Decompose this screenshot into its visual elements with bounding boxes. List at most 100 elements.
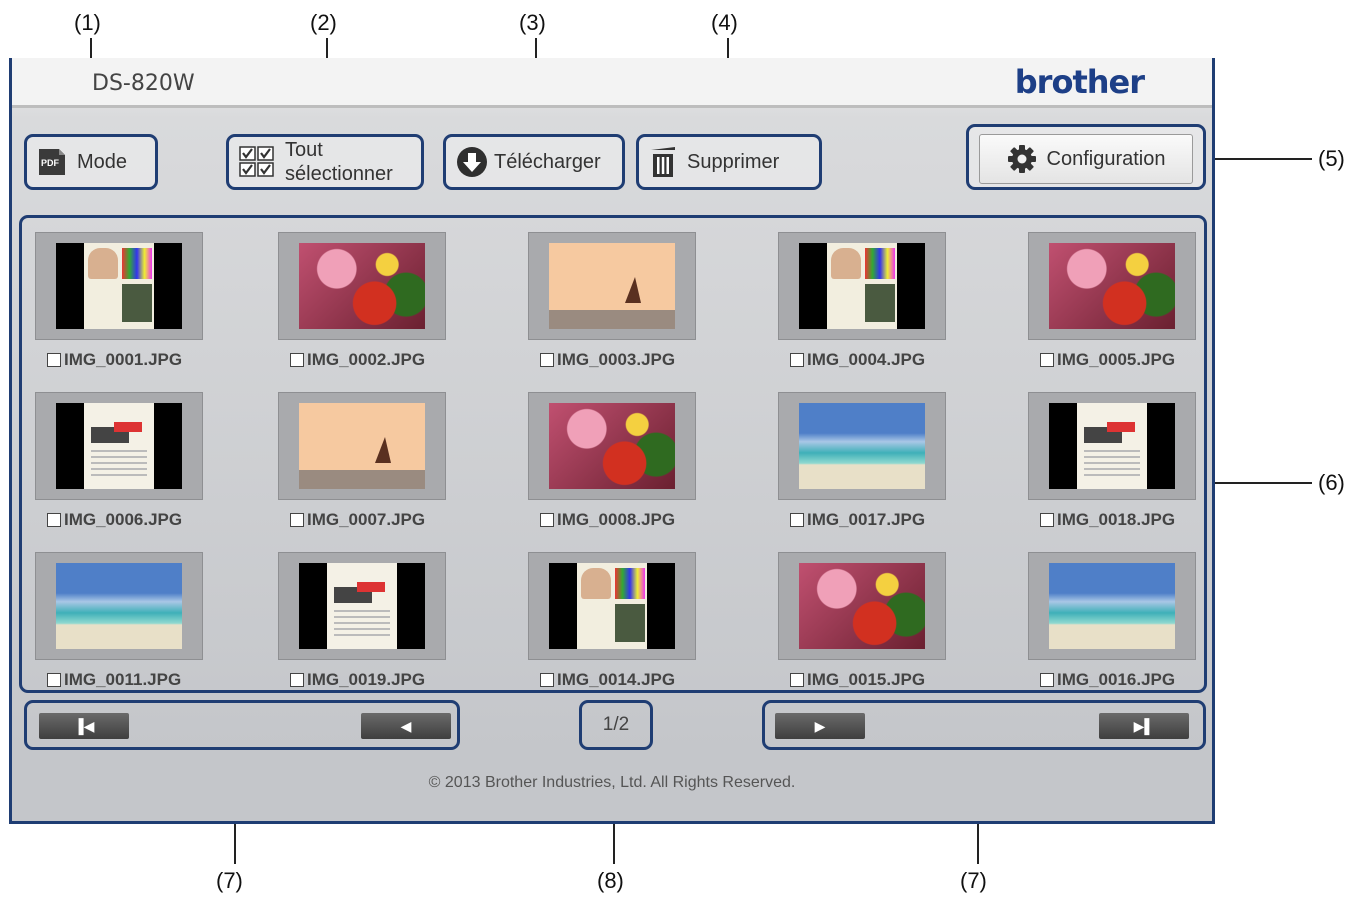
- next-page-icon: ▶: [814, 717, 826, 734]
- file-label: IMG_0003.JPG: [540, 350, 675, 370]
- callout-1: (1): [74, 10, 101, 35]
- thumbnail-image[interactable]: [778, 392, 946, 500]
- file-name: IMG_0019.JPG: [307, 670, 426, 689]
- first-page-button[interactable]: ▐◀: [39, 713, 129, 739]
- file-checkbox[interactable]: [290, 353, 304, 367]
- thumbnail-picture-food: [799, 563, 925, 649]
- file-name: IMG_0004.JPG: [807, 350, 926, 369]
- select-all-label-line1: Tout: [285, 139, 323, 161]
- file-checkbox[interactable]: [790, 513, 804, 527]
- thumbnail-image[interactable]: [528, 552, 696, 660]
- mode-button[interactable]: PDF Mode: [24, 134, 158, 190]
- thumbnail-picture-document-printer: [1049, 403, 1175, 489]
- callout-7-right: (7): [960, 868, 987, 893]
- callout-2: (2): [310, 10, 337, 35]
- file-checkbox[interactable]: [47, 673, 61, 687]
- thumbnail-item[interactable]: IMG_0008.JPG: [528, 392, 698, 529]
- next-page-button[interactable]: ▶: [775, 713, 865, 739]
- thumbnail-item[interactable]: IMG_0003.JPG: [528, 232, 698, 369]
- thumbnail-item[interactable]: IMG_0006.JPG: [35, 392, 205, 529]
- thumbnail-image[interactable]: [35, 392, 203, 500]
- trash-icon: [649, 146, 677, 178]
- thumbnail-item[interactable]: IMG_0018.JPG: [1028, 392, 1198, 529]
- callout-8: (8): [597, 868, 624, 893]
- file-name: IMG_0005.JPG: [1057, 350, 1176, 369]
- thumbnail-image[interactable]: [1028, 392, 1196, 500]
- file-name: IMG_0014.JPG: [557, 670, 676, 689]
- pdf-icon: PDF: [37, 147, 67, 177]
- thumbnail-image[interactable]: [1028, 552, 1196, 660]
- thumbnail-picture-food: [299, 243, 425, 329]
- thumbnail-item[interactable]: IMG_0015.JPG: [778, 552, 948, 689]
- file-checkbox[interactable]: [47, 513, 61, 527]
- thumbnail-item[interactable]: IMG_0005.JPG: [1028, 232, 1198, 369]
- thumbnail-item[interactable]: IMG_0001.JPG: [35, 232, 205, 369]
- thumbnail-item[interactable]: IMG_0011.JPG: [35, 552, 205, 689]
- file-label: IMG_0014.JPG: [540, 670, 675, 690]
- file-label: IMG_0008.JPG: [540, 510, 675, 530]
- page-indicator-box: 1/2: [579, 700, 653, 750]
- configuration-label: Configuration: [1046, 147, 1166, 170]
- file-checkbox[interactable]: [1040, 353, 1054, 367]
- thumbnail-image[interactable]: [778, 552, 946, 660]
- thumbnail-item[interactable]: IMG_0019.JPG: [278, 552, 448, 689]
- file-label: IMG_0016.JPG: [1040, 670, 1175, 690]
- file-label: IMG_0011.JPG: [47, 670, 181, 690]
- file-label: IMG_0002.JPG: [290, 350, 425, 370]
- download-button[interactable]: Télécharger: [443, 134, 625, 190]
- file-checkbox[interactable]: [540, 513, 554, 527]
- leader-5: [1202, 158, 1312, 160]
- thumbnail-image[interactable]: [278, 552, 446, 660]
- thumbnail-item[interactable]: IMG_0002.JPG: [278, 232, 448, 369]
- select-all-button[interactable]: Tout sélectionner: [226, 134, 424, 190]
- thumbnail-image[interactable]: [528, 392, 696, 500]
- file-label: IMG_0007.JPG: [290, 510, 425, 530]
- thumbnail-image[interactable]: [278, 232, 446, 340]
- file-label: IMG_0004.JPG: [790, 350, 925, 370]
- file-name: IMG_0008.JPG: [557, 510, 676, 529]
- thumbnail-picture-sailboat: [299, 403, 425, 489]
- file-checkbox[interactable]: [790, 673, 804, 687]
- callout-6: (6): [1318, 470, 1345, 495]
- file-name: IMG_0001.JPG: [64, 350, 183, 369]
- thumbnail-item[interactable]: IMG_0017.JPG: [778, 392, 948, 529]
- first-page-icon: ▐◀: [73, 717, 95, 734]
- file-name: IMG_0016.JPG: [1057, 670, 1176, 689]
- configuration-button[interactable]: Configuration: [979, 134, 1193, 184]
- file-name: IMG_0007.JPG: [307, 510, 426, 529]
- thumbnail-item[interactable]: IMG_0014.JPG: [528, 552, 698, 689]
- file-label: IMG_0005.JPG: [1040, 350, 1175, 370]
- callout-3: (3): [519, 10, 546, 35]
- file-name: IMG_0002.JPG: [307, 350, 426, 369]
- file-checkbox[interactable]: [47, 353, 61, 367]
- page-indicator: 1/2: [602, 714, 630, 735]
- download-label: Télécharger: [494, 150, 601, 173]
- thumbnail-image[interactable]: [528, 232, 696, 340]
- checkbox-grid-icon: [239, 146, 275, 178]
- delete-button[interactable]: Supprimer: [636, 134, 822, 190]
- thumbnail-item[interactable]: IMG_0016.JPG: [1028, 552, 1198, 689]
- file-checkbox[interactable]: [290, 673, 304, 687]
- file-checkbox[interactable]: [290, 513, 304, 527]
- file-checkbox[interactable]: [1040, 513, 1054, 527]
- file-label: IMG_0006.JPG: [47, 510, 182, 530]
- thumbnail-image[interactable]: [35, 552, 203, 660]
- thumbnail-item[interactable]: IMG_0007.JPG: [278, 392, 448, 529]
- thumbnail-image[interactable]: [1028, 232, 1196, 340]
- file-label: IMG_0015.JPG: [790, 670, 925, 690]
- file-label: IMG_0017.JPG: [790, 510, 925, 530]
- model-name: DS-820W: [92, 71, 195, 96]
- file-name: IMG_0015.JPG: [807, 670, 926, 689]
- thumbnail-image[interactable]: [35, 232, 203, 340]
- thumbnail-image[interactable]: [778, 232, 946, 340]
- file-checkbox[interactable]: [540, 673, 554, 687]
- file-checkbox[interactable]: [1040, 673, 1054, 687]
- file-checkbox[interactable]: [540, 353, 554, 367]
- file-checkbox[interactable]: [790, 353, 804, 367]
- select-all-label-line2: sélectionner: [285, 163, 393, 185]
- last-page-button[interactable]: ▶▌: [1099, 713, 1189, 739]
- thumbnail-image[interactable]: [278, 392, 446, 500]
- thumbnail-item[interactable]: IMG_0004.JPG: [778, 232, 948, 369]
- previous-page-button[interactable]: ◀: [361, 713, 451, 739]
- nav-back-group: ▐◀ ◀: [24, 700, 460, 750]
